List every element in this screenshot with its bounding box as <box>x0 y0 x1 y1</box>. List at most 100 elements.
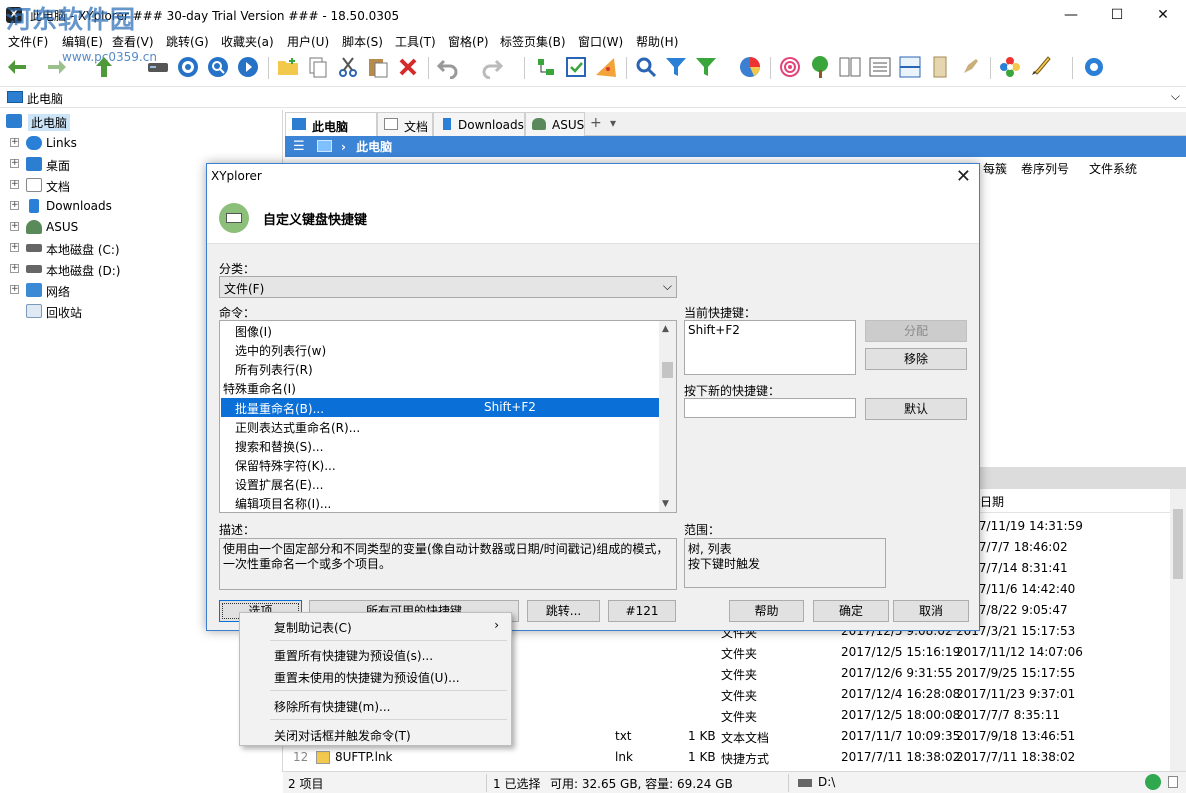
commands-scrollbar[interactable]: ▲ ▼ <box>659 321 676 512</box>
tree-icon[interactable] <box>808 55 832 79</box>
expand-icon[interactable]: + <box>10 159 19 168</box>
cut-icon[interactable] <box>336 55 360 79</box>
scrollbar-thumb[interactable] <box>1173 509 1183 579</box>
list-item-selected[interactable]: 批量重命名(B)... Shift+F2 <box>221 398 659 417</box>
help-button[interactable]: 帮助 <box>729 600 804 622</box>
tab-asus[interactable]: ASUS <box>525 112 585 136</box>
command-id-button[interactable]: #121 <box>608 600 676 622</box>
category-select[interactable]: 文件(F) ⌵ <box>219 276 677 298</box>
play-circle-icon[interactable] <box>236 55 260 79</box>
column-header-date[interactable]: 日期 <box>980 493 1004 510</box>
menu-tabsets[interactable]: 标签页集(B) <box>500 33 566 50</box>
chevron-down-icon[interactable]: ⌵ <box>1171 89 1180 104</box>
menu-scripting[interactable]: 脚本(S) <box>342 33 383 50</box>
drive-icon[interactable] <box>146 55 170 79</box>
minimize-button[interactable]: — <box>1048 0 1094 30</box>
tree-item-drive-d[interactable]: + 本地磁盘 (D:) <box>8 259 208 279</box>
scrollbar-thumb[interactable] <box>662 362 673 378</box>
gear-icon[interactable] <box>1082 55 1106 79</box>
tree-root[interactable]: 此电脑 <box>4 111 76 131</box>
close-button[interactable]: ✕ <box>1140 0 1186 30</box>
list-item[interactable]: 图像(I) <box>221 321 659 340</box>
pie-chart-icon[interactable] <box>738 55 762 79</box>
tab-this-pc[interactable]: 此电脑 <box>285 112 377 136</box>
list-item[interactable]: 搜索和替换(S)... <box>221 436 659 455</box>
pin-icon[interactable] <box>958 55 982 79</box>
new-folder-icon[interactable] <box>276 55 300 79</box>
menu-file[interactable]: 文件(F) <box>8 33 48 50</box>
tree-item-asus[interactable]: + ASUS <box>8 217 208 237</box>
list-item[interactable]: 正则表达式重命名(R)... <box>221 417 659 436</box>
checkbox-icon[interactable] <box>564 55 588 79</box>
expand-icon[interactable]: + <box>10 201 19 210</box>
tab-downloads[interactable]: Downloads <box>433 112 525 136</box>
list-item[interactable]: 特殊重命名(I) <box>221 378 659 397</box>
forward-arrow-icon[interactable] <box>44 55 68 79</box>
tab-menu-button[interactable]: ▾ <box>610 116 616 130</box>
target-icon[interactable] <box>176 55 200 79</box>
expand-icon[interactable]: + <box>10 180 19 189</box>
brush-icon[interactable] <box>1028 55 1052 79</box>
menu-window[interactable]: 窗口(W) <box>578 33 623 50</box>
expand-icon[interactable]: + <box>10 243 19 252</box>
column-header-serial[interactable]: 卷序列号 <box>1021 160 1069 182</box>
panel-icon[interactable] <box>928 55 952 79</box>
flower-icon[interactable] <box>998 55 1022 79</box>
list-item[interactable]: 选中的列表行(w) <box>221 340 659 359</box>
horizontal-split-icon[interactable] <box>898 55 922 79</box>
new-shortcut-input[interactable] <box>684 398 856 418</box>
expand-icon[interactable]: + <box>10 138 19 147</box>
menu-tools[interactable]: 工具(T) <box>395 33 436 50</box>
list-item[interactable]: 保留特殊字符(K)... <box>221 455 659 474</box>
breadcrumb-current[interactable]: › 此电脑 <box>341 138 392 155</box>
tree-item-recycle-bin[interactable]: 回收站 <box>8 301 208 321</box>
maximize-button[interactable]: ☐ <box>1094 0 1140 30</box>
tree-item-desktop[interactable]: + 桌面 <box>8 154 208 174</box>
expand-icon[interactable]: + <box>10 285 19 294</box>
address-text[interactable]: 此电脑 <box>27 90 63 107</box>
address-bar[interactable]: 此电脑 ⌵ <box>0 86 1186 108</box>
remove-button[interactable]: 移除 <box>865 348 967 370</box>
menu-panes[interactable]: 窗格(P) <box>448 33 489 50</box>
list-item[interactable]: 设置扩展名(E)... <box>221 474 659 493</box>
menu-item-remove-all[interactable]: 移除所有快捷键(m)... <box>242 694 509 716</box>
menu-item-close-and-run[interactable]: 关闭对话框并触发命令(T) <box>242 723 509 745</box>
expand-icon[interactable]: + <box>10 264 19 273</box>
back-arrow-icon[interactable] <box>6 55 30 79</box>
default-button[interactable]: 默认 <box>865 398 967 420</box>
add-tab-button[interactable]: + <box>590 115 602 131</box>
tree-item-network[interactable]: + 网络 <box>8 280 208 300</box>
menu-user[interactable]: 用户(U) <box>287 33 329 50</box>
list-view-icon[interactable] <box>868 55 892 79</box>
menu-item-reset-all[interactable]: 重置所有快捷键为预设值(s)... <box>242 643 509 665</box>
menu-edit[interactable]: 编辑(E) <box>62 33 103 50</box>
dual-pane-icon[interactable] <box>838 55 862 79</box>
paste-icon[interactable] <box>366 55 390 79</box>
magnifier-icon[interactable] <box>634 55 658 79</box>
menu-item-copy-cheatsheet[interactable]: 复制助记表(C) › <box>242 615 509 637</box>
column-header-filesystem[interactable]: 文件系统 <box>1089 160 1137 182</box>
list-item[interactable]: 编辑项目名称(I)... <box>221 493 659 512</box>
search-circle-icon[interactable] <box>206 55 230 79</box>
column-header-cluster[interactable]: 每簇 <box>983 160 1007 182</box>
tree-item-links[interactable]: + Links <box>8 133 208 153</box>
tree-toggle-icon[interactable] <box>534 55 558 79</box>
tree-item-documents[interactable]: + 文档 <box>8 175 208 195</box>
current-shortcut-list[interactable]: Shift+F2 <box>684 320 856 375</box>
menu-favorites[interactable]: 收藏夹(a) <box>221 33 274 50</box>
menu-help[interactable]: 帮助(H) <box>636 33 678 50</box>
up-arrow-icon[interactable] <box>92 55 116 79</box>
table-row[interactable]: 12 8UFTP.lnk lnk 1 KB 快捷方式 2017/7/11 18:… <box>283 747 1170 768</box>
green-filter-icon[interactable] <box>694 55 718 79</box>
list-item[interactable]: 所有列表行(R) <box>221 359 659 378</box>
undo-icon[interactable] <box>436 55 460 79</box>
pizza-icon[interactable] <box>594 55 618 79</box>
commands-list[interactable]: 图像(I) 选中的列表行(w) 所有列表行(R) 特殊重命名(I) 批量重命名(… <box>219 320 677 513</box>
scroll-down-icon[interactable]: ▼ <box>662 499 669 509</box>
menu-item-reset-unused[interactable]: 重置未使用的快捷键为预设值(U)... <box>242 665 509 687</box>
copy-icon[interactable] <box>306 55 330 79</box>
resize-grip-icon[interactable] <box>1168 776 1178 788</box>
assign-button[interactable]: 分配 <box>865 320 967 342</box>
scroll-up-icon[interactable]: ▲ <box>662 324 669 334</box>
ok-button[interactable]: 确定 <box>813 600 889 622</box>
